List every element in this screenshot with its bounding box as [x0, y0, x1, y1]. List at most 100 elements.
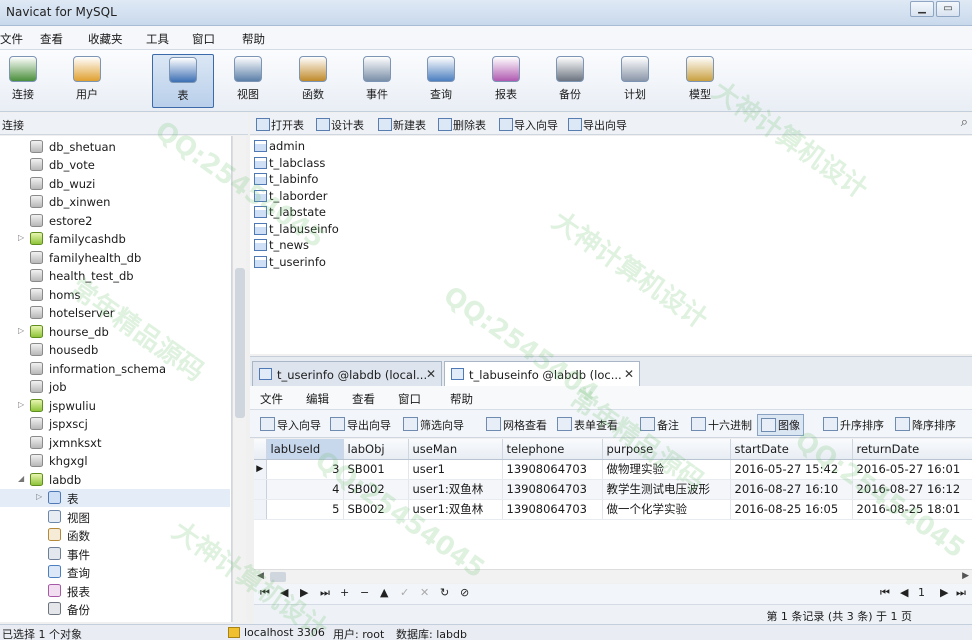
- function-button[interactable]: 函数: [282, 54, 344, 108]
- grid-cell[interactable]: 13908064703: [502, 499, 603, 520]
- tree-item-db[interactable]: homs: [0, 286, 230, 304]
- grid-cell[interactable]: 教学生测试电压波形: [602, 479, 731, 500]
- tree-item-views[interactable]: 视图: [0, 508, 230, 526]
- column-header[interactable]: purpose: [602, 439, 731, 460]
- connection-tree[interactable]: db_shetuan db_vote db_wuzi db_xinwen est…: [0, 136, 232, 622]
- import-wizard-button[interactable]: 导入向导: [260, 417, 321, 433]
- event-button[interactable]: 事件: [346, 54, 408, 108]
- expand-arrow-icon[interactable]: ▷: [18, 233, 24, 242]
- grid-cell[interactable]: 13908064703: [502, 479, 603, 500]
- editor-menu-window[interactable]: 窗口: [398, 391, 421, 407]
- backup-button[interactable]: 备份: [539, 54, 601, 108]
- design-table-button[interactable]: 设计表: [316, 117, 364, 133]
- next-record-icon[interactable]: ▶: [300, 586, 308, 599]
- grid-cell[interactable]: 13908064703: [502, 459, 603, 480]
- tree-item-db[interactable]: job: [0, 378, 230, 396]
- collapse-arrow-icon[interactable]: ◢: [18, 474, 24, 483]
- table-list[interactable]: admin t_labclass t_labinfo t_laborder t_…: [250, 136, 972, 354]
- tree-item-db[interactable]: estore2: [0, 212, 230, 230]
- tree-item-functions[interactable]: 函数: [0, 526, 230, 544]
- column-header[interactable]: useMan: [408, 439, 503, 460]
- export-wizard-button[interactable]: 导出向导: [568, 117, 627, 133]
- editor-menu-help[interactable]: 帮助: [450, 391, 473, 407]
- grid-cell[interactable]: SB001: [343, 459, 409, 480]
- menu-file[interactable]: 文件: [0, 31, 23, 47]
- first-record-icon[interactable]: ⏮: [260, 586, 270, 600]
- tree-item-db[interactable]: health_test_db: [0, 267, 230, 285]
- tree-item-db[interactable]: housedb: [0, 341, 230, 359]
- scroll-right-icon[interactable]: ▶: [962, 571, 969, 581]
- grid-cell[interactable]: 2016-08-27 16:10: [730, 479, 853, 500]
- next-page-icon[interactable]: ▶: [940, 586, 948, 599]
- prev-page-icon[interactable]: ◀: [900, 586, 908, 599]
- tree-item-db[interactable]: khgxgl: [0, 452, 230, 470]
- tree-item-backups[interactable]: 备份: [0, 600, 230, 618]
- grid-cell[interactable]: 做物理实验: [602, 459, 731, 480]
- tree-item-db[interactable]: db_xinwen: [0, 193, 230, 211]
- expand-arrow-icon[interactable]: ▷: [18, 326, 24, 335]
- sort-desc-button[interactable]: 降序排序: [895, 417, 956, 433]
- menu-tools[interactable]: 工具: [146, 31, 169, 47]
- scroll-left-icon[interactable]: ◀: [257, 571, 264, 581]
- grid-cell[interactable]: SB002: [343, 479, 409, 500]
- edit-record-icon[interactable]: ▲: [380, 586, 388, 599]
- editor-menu-file[interactable]: 文件: [260, 391, 283, 407]
- tab-userinfo[interactable]: t_userinfo @labdb (local... ✕: [252, 361, 442, 387]
- tree-item-db[interactable]: information_schema: [0, 360, 230, 378]
- tree-item-db[interactable]: hotelserver: [0, 304, 230, 322]
- close-icon[interactable]: ✕: [426, 367, 436, 381]
- grid-cell[interactable]: 3: [266, 459, 344, 480]
- grid-cell[interactable]: 4: [266, 479, 344, 500]
- grid-cell[interactable]: 5: [266, 499, 344, 520]
- add-record-icon[interactable]: +: [340, 586, 349, 599]
- report-button[interactable]: 报表: [475, 54, 537, 108]
- sort-asc-button[interactable]: 升序排序: [823, 417, 884, 433]
- form-view-button[interactable]: 表单查看: [557, 417, 618, 433]
- refresh-icon[interactable]: ↻: [440, 586, 449, 599]
- memo-button[interactable]: 备注: [640, 417, 679, 433]
- grid-cell[interactable]: 2016-05-27 16:01: [852, 459, 972, 480]
- menu-view[interactable]: 查看: [40, 31, 63, 47]
- tree-item-db[interactable]: familyhealth_db: [0, 249, 230, 267]
- tree-item-db[interactable]: jxmnksxt: [0, 434, 230, 452]
- grid-cell[interactable]: 2016-08-25 18:01: [852, 499, 972, 520]
- grid-cell[interactable]: user1: [408, 459, 503, 480]
- table-row[interactable]: 5 SB002 user1:双鱼林 13908064703 做一个化学实验 20…: [254, 499, 972, 520]
- table-row[interactable]: 4 SB002 user1:双鱼林 13908064703 教学生测试电压波形 …: [254, 479, 972, 500]
- table-button[interactable]: 表: [152, 54, 214, 108]
- page-number-field[interactable]: 1: [918, 586, 925, 599]
- close-icon[interactable]: ✕: [624, 367, 634, 381]
- table-row[interactable]: ▶ 3 SB001 user1 13908064703 做物理实验 2016-0…: [254, 459, 972, 480]
- apply-changes-icon[interactable]: ✓: [400, 586, 409, 599]
- tree-item-reports[interactable]: 报表: [0, 582, 230, 600]
- query-button[interactable]: 查询: [410, 54, 472, 108]
- tree-scrollbar-thumb[interactable]: [235, 268, 245, 418]
- connection-button[interactable]: 连接: [0, 54, 54, 108]
- menu-help[interactable]: 帮助: [242, 31, 265, 47]
- grid-cell[interactable]: user1:双鱼林: [408, 479, 503, 500]
- tab-labuseinfo[interactable]: t_labuseinfo @labdb (loc... ✕: [444, 361, 640, 387]
- grid-cell[interactable]: 2016-08-25 16:05: [730, 499, 853, 520]
- schedule-button[interactable]: 计划: [604, 54, 666, 108]
- prev-record-icon[interactable]: ◀: [280, 586, 288, 599]
- hex-button[interactable]: 十六进制: [691, 417, 752, 433]
- tree-item-db[interactable]: ▷ familycashdb: [0, 230, 230, 248]
- column-header[interactable]: startDate: [730, 439, 853, 460]
- first-page-icon[interactable]: ⏮: [880, 586, 890, 600]
- tree-item-db[interactable]: db_vote: [0, 156, 230, 174]
- filter-wizard-button[interactable]: 筛选向导: [403, 417, 464, 433]
- delete-record-icon[interactable]: −: [360, 586, 369, 599]
- tree-item-tables[interactable]: ▷ 表: [0, 489, 230, 507]
- tree-item-db-labdb[interactable]: ◢ labdb: [0, 471, 230, 489]
- export-wizard-button[interactable]: 导出向导: [330, 417, 391, 433]
- column-header[interactable]: labUseId: [266, 439, 344, 460]
- grid-cell[interactable]: SB002: [343, 499, 409, 520]
- open-table-button[interactable]: 打开表: [256, 117, 304, 133]
- minimize-button[interactable]: ▁: [910, 1, 934, 17]
- tree-item-events[interactable]: 事件: [0, 545, 230, 563]
- column-header[interactable]: labObj: [343, 439, 409, 460]
- tree-item-db[interactable]: ▷ hourse_db: [0, 323, 230, 341]
- grid-cell[interactable]: 2016-05-27 15:42: [730, 459, 853, 480]
- tree-item-db[interactable]: db_shetuan: [0, 138, 230, 156]
- grid-scrollbar-thumb[interactable]: [270, 572, 286, 582]
